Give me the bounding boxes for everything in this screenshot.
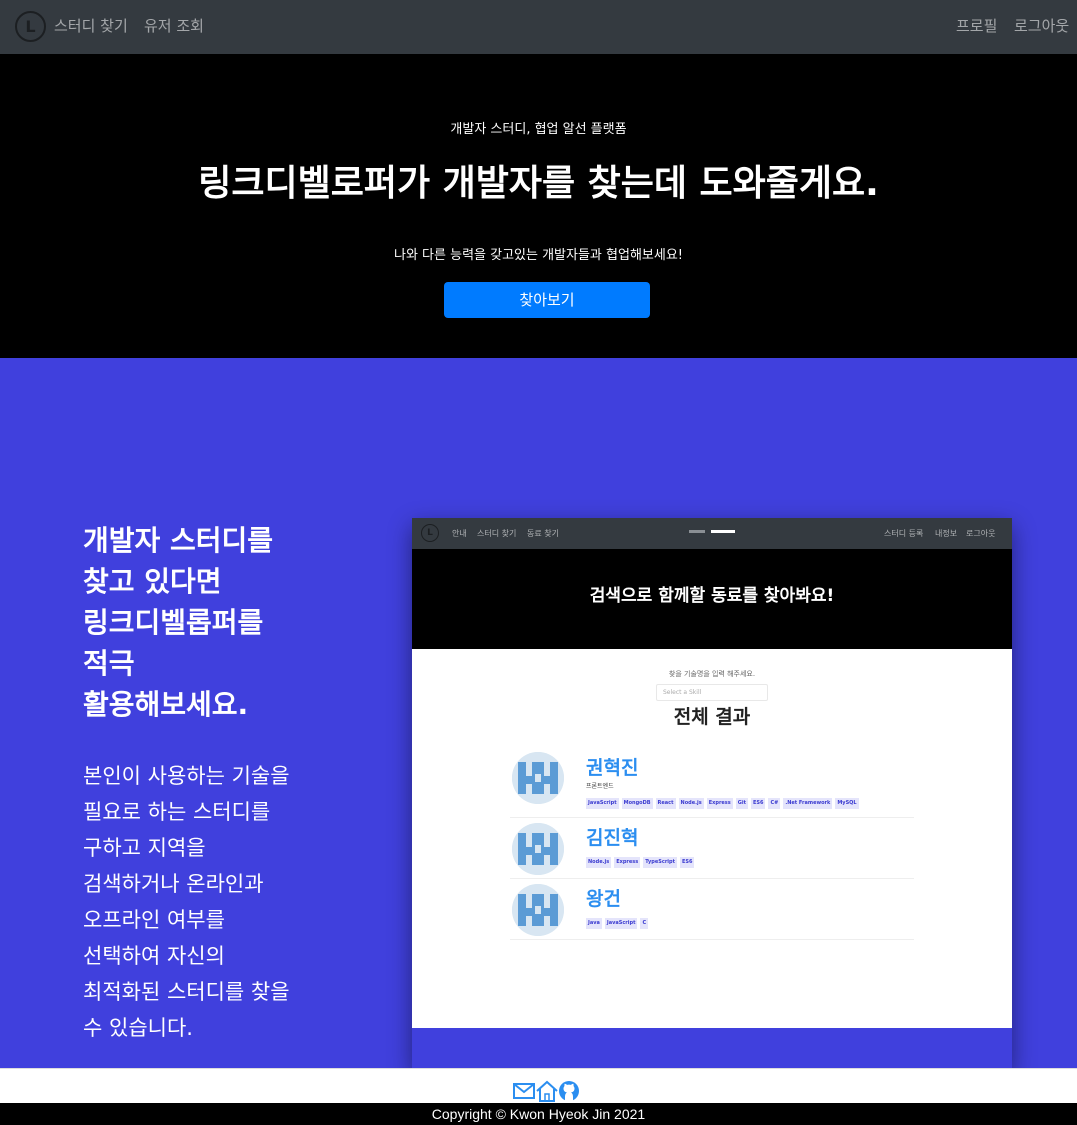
identicon-icon: [512, 752, 564, 804]
footer-icons-bar: [0, 1068, 1077, 1103]
user-name: 권혁진: [586, 757, 639, 779]
feature-title-line: 찾고 있다면: [83, 565, 222, 598]
preview-nav-find-peer: 동료 찾기: [527, 529, 559, 538]
skill-tag: MySQL: [835, 798, 859, 809]
skill-tag: TypeScript: [643, 857, 677, 868]
copyright-text: Copyright © Kwon Hyeok Jin 2021: [0, 1103, 1077, 1125]
hero-description: 나와 다른 능력을 갖고있는 개발자들과 협업해보세요!: [394, 248, 683, 263]
skill-tag: Git: [735, 798, 748, 809]
skill-tag: Node.js: [586, 857, 612, 868]
feature-title-line: 적극: [83, 647, 135, 680]
preview-logo: L: [421, 524, 439, 542]
user-name: 김진혁: [586, 827, 639, 849]
skill-tags: Java JavaScript C: [586, 918, 649, 929]
preview-user-card: 김진혁 Node.js Express TypeScript ES6: [510, 818, 914, 879]
preview-nav-my-info: 내정보: [935, 529, 958, 538]
preview-logo-letter: L: [427, 528, 433, 538]
nav-link-logout[interactable]: 로그아웃: [1014, 16, 1069, 36]
feature-title: 개발자 스터디를 찾고 있다면 링크디벨롭퍼를 적극 활용해보세요.: [83, 520, 383, 725]
feature-desc-line: 검색하거나 온라인과: [83, 872, 264, 896]
user-role: 프론트엔드: [586, 783, 614, 790]
preview-navbar: L 안내 스터디 찾기 동료 찾기 스터디 등록 내정보 로그아웃: [412, 518, 1012, 549]
feature-desc-line: 본인이 사용하는 기술을: [83, 764, 290, 788]
feature-desc-line: 선택하여 자신의: [83, 944, 225, 968]
preview-hero: 검색으로 함께할 동료를 찾아봐요!: [412, 549, 1012, 649]
preview-bottom-band: [412, 1028, 1012, 1068]
skill-tag: ES6: [679, 857, 695, 868]
preview-nav-guide: 안내: [452, 529, 467, 538]
preview-user-card: 왕건 Java JavaScript C: [510, 879, 914, 940]
feature-title-line: 활용해보세요.: [83, 688, 249, 721]
user-avatar: [512, 884, 564, 936]
skill-tag: Express: [706, 798, 733, 809]
mail-icon[interactable]: [513, 1080, 535, 1102]
preview-user-card: 권혁진 프론트엔드 JavaScript MongoDB React Node.…: [510, 750, 914, 818]
skill-tag: Node.js: [678, 798, 704, 809]
user-name: 왕건: [586, 888, 621, 910]
nav-link-user-search[interactable]: 유저 조회: [144, 16, 204, 36]
skill-tag: Express: [614, 857, 641, 868]
skill-tag: JavaScript: [604, 918, 638, 929]
identicon-icon: [512, 823, 564, 875]
github-icon[interactable]: [558, 1080, 580, 1102]
navbar: L 스터디 찾기 유저 조회 프로필 로그아웃: [0, 0, 1077, 54]
skill-tag: ES6: [750, 798, 766, 809]
skill-tag: C: [640, 918, 649, 929]
feature-desc-line: 오프라인 여부를: [83, 908, 225, 932]
skill-tags: Node.js Express TypeScript ES6: [586, 857, 695, 868]
logo-letter: L: [25, 17, 36, 36]
carousel-indicator: [689, 530, 705, 533]
skill-tag: JavaScript: [586, 798, 619, 809]
app-preview-screenshot: L 안내 스터디 찾기 동료 찾기 스터디 등록 내정보 로그아웃 검색으로 함…: [412, 518, 1012, 1068]
explore-button[interactable]: 찾아보기: [444, 282, 650, 318]
skill-tag: .Net Framework: [783, 798, 833, 809]
preview-nav-logout: 로그아웃: [966, 529, 996, 538]
feature-section: 개발자 스터디를 찾고 있다면 링크디벨롭퍼를 적극 활용해보세요. 본인이 사…: [0, 358, 1077, 1068]
feature-title-line: 링크디벨롭퍼를: [83, 606, 264, 639]
feature-desc-line: 수 있습니다.: [83, 1016, 193, 1040]
preview-search-label: 찾을 기술명을 입력 해주세요.: [668, 670, 756, 678]
user-avatar: [512, 823, 564, 875]
feature-desc-line: 구하고 지역을: [83, 836, 206, 860]
preview-results-title: 전체 결과: [673, 706, 751, 728]
preview-hero-title: 검색으로 함께할 동료를 찾아봐요!: [589, 586, 835, 606]
nav-link-profile[interactable]: 프로필: [956, 16, 997, 36]
hero-title: 링크디벨로퍼가 개발자를 찾는데 도와줄게요.: [198, 163, 879, 204]
preview-select-placeholder: Select a Skill: [663, 689, 702, 696]
skill-tag: Java: [586, 918, 602, 929]
identicon-icon: [512, 884, 564, 936]
nav-link-find-study[interactable]: 스터디 찾기: [54, 16, 128, 36]
feature-title-line: 개발자 스터디를: [83, 524, 274, 557]
skill-tag: C#: [768, 798, 781, 809]
user-avatar: [512, 752, 564, 804]
hero-section: 개발자 스터디, 협업 알선 플랫폼 링크디벨로퍼가 개발자를 찾는데 도와줄게…: [0, 54, 1077, 358]
preview-skill-select: Select a Skill: [656, 684, 768, 701]
hero-subtitle: 개발자 스터디, 협업 알선 플랫폼: [450, 122, 627, 137]
preview-nav-register-study: 스터디 등록: [884, 529, 924, 538]
feature-description: 본인이 사용하는 기술을 필요로 하는 스터디를 구하고 지역을 검색하거나 온…: [83, 758, 343, 1046]
home-icon[interactable]: [536, 1080, 558, 1102]
feature-desc-line: 최적화된 스터디를 찾을: [83, 980, 290, 1004]
skill-tags: JavaScript MongoDB React Node.js Express…: [586, 798, 859, 809]
logo[interactable]: L: [15, 11, 46, 42]
skill-tag: MongoDB: [621, 798, 653, 809]
feature-desc-line: 필요로 하는 스터디를: [83, 800, 271, 824]
skill-tag: React: [655, 798, 676, 809]
preview-nav-find-study: 스터디 찾기: [477, 529, 517, 538]
carousel-indicator-active: [711, 530, 735, 533]
